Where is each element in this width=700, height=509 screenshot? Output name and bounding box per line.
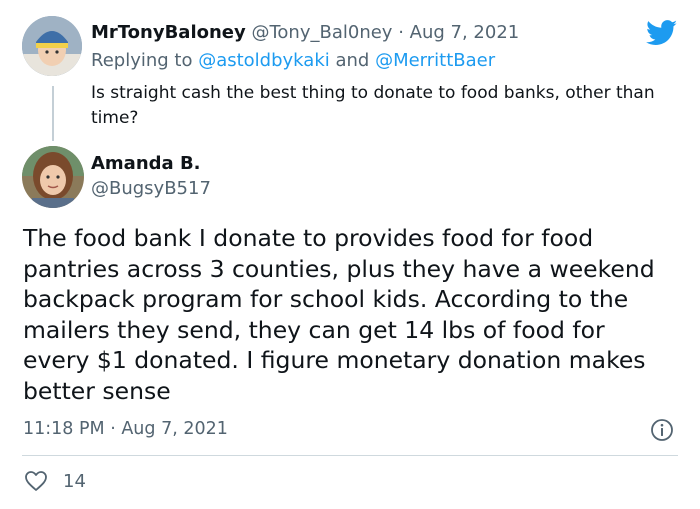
thread-connector-line <box>52 86 54 141</box>
actions-divider <box>22 455 678 456</box>
parent-display-name[interactable]: MrTonyBaloney <box>91 22 246 43</box>
main-tweet-text: The food bank I donate to provides food … <box>23 224 655 405</box>
tweet-timestamp[interactable]: 11:18 PM · Aug 7, 2021 <box>23 419 228 439</box>
parent-tweet-text: Is straight cash the best thing to donat… <box>91 83 655 128</box>
parent-avatar[interactable] <box>22 16 82 76</box>
main-avatar-image <box>22 146 84 208</box>
parent-header: MrTonyBaloney @Tony_Bal0ney · Aug 7, 202… <box>91 22 519 43</box>
main-avatar[interactable] <box>22 146 84 208</box>
parent-date[interactable]: · Aug 7, 2021 <box>398 22 519 43</box>
twitter-bird-icon <box>646 20 678 46</box>
replying-to-link-1[interactable]: @astoldbykaki <box>198 50 330 71</box>
replying-and: and <box>329 50 376 71</box>
heart-icon[interactable] <box>24 470 48 492</box>
main-display-name[interactable]: Amanda B. <box>91 153 201 174</box>
info-icon[interactable] <box>650 418 674 442</box>
main-handle[interactable]: @BugsyB517 <box>91 178 211 199</box>
parent-handle[interactable]: @Tony_Bal0ney <box>251 22 392 43</box>
parent-avatar-image <box>22 16 82 76</box>
replying-prefix: Replying to <box>91 50 199 71</box>
like-count: 14 <box>63 471 86 492</box>
replying-to-link-2[interactable]: @MerrittBaer <box>375 50 495 71</box>
replying-to-line: Replying to @astoldbykaki and @MerrittBa… <box>91 50 495 71</box>
